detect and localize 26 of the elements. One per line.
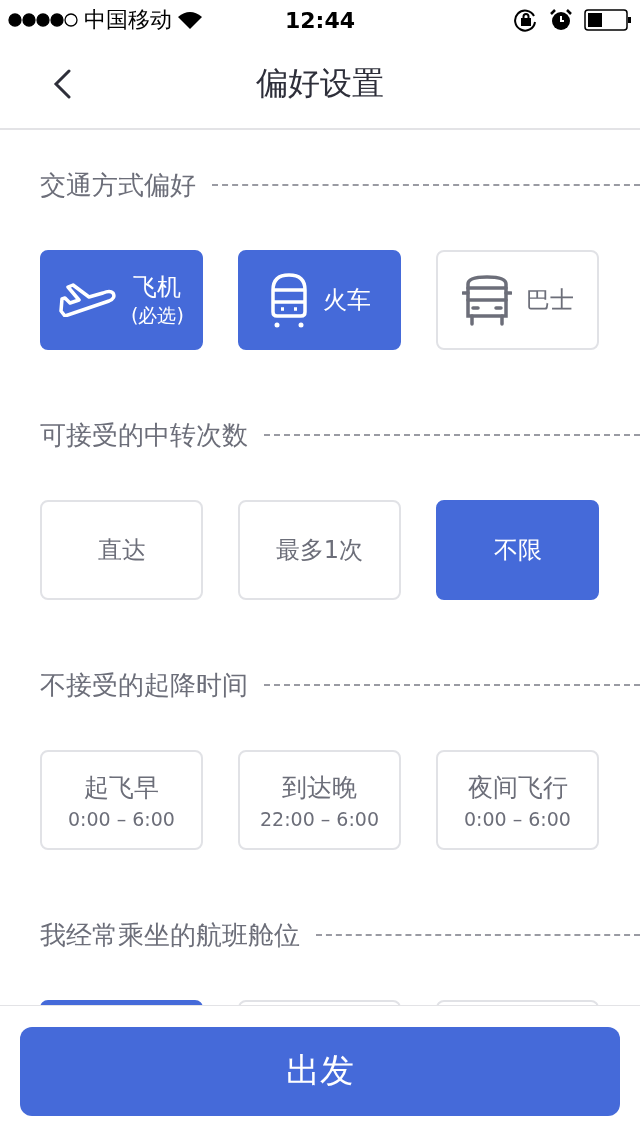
train-icon xyxy=(268,272,309,328)
alarm-icon xyxy=(550,9,572,31)
section-title: 可接受的中转次数 xyxy=(40,418,248,452)
signal-icon xyxy=(8,13,78,27)
transport-option[interactable]: 飞机 (必选) xyxy=(40,250,203,350)
transfer-option[interactable]: 最多1次 xyxy=(238,500,401,600)
carrier-name: 中国移动 xyxy=(84,6,172,34)
section-title: 不接受的起降时间 xyxy=(40,668,248,702)
transfer-option[interactable]: 不限 xyxy=(436,500,599,600)
clock-time: 12:44 xyxy=(285,7,355,33)
battery-icon xyxy=(584,9,632,31)
transport-option[interactable]: 火车 xyxy=(238,250,401,350)
time-option[interactable]: 起飞早 0:00 – 6:00 xyxy=(40,750,203,850)
time-option[interactable]: 到达晚 22:00 – 6:00 xyxy=(238,750,401,850)
depart-button[interactable]: 出发 xyxy=(20,1026,620,1116)
section-title: 交通方式偏好 xyxy=(40,168,196,202)
wifi-icon xyxy=(178,11,202,29)
time-option[interactable]: 夜间飞行 0:00 – 6:00 xyxy=(436,750,599,850)
plane-icon xyxy=(59,283,118,317)
section-title: 我经常乘坐的航班舱位 xyxy=(40,918,300,952)
transport-option[interactable]: 巴士 xyxy=(436,250,599,350)
rotation-lock-icon xyxy=(514,8,538,32)
page-title: 偏好设置 xyxy=(256,63,384,104)
back-chevron-icon xyxy=(53,69,71,99)
bus-icon xyxy=(461,274,512,326)
transfer-option[interactable]: 直达 xyxy=(40,500,203,600)
